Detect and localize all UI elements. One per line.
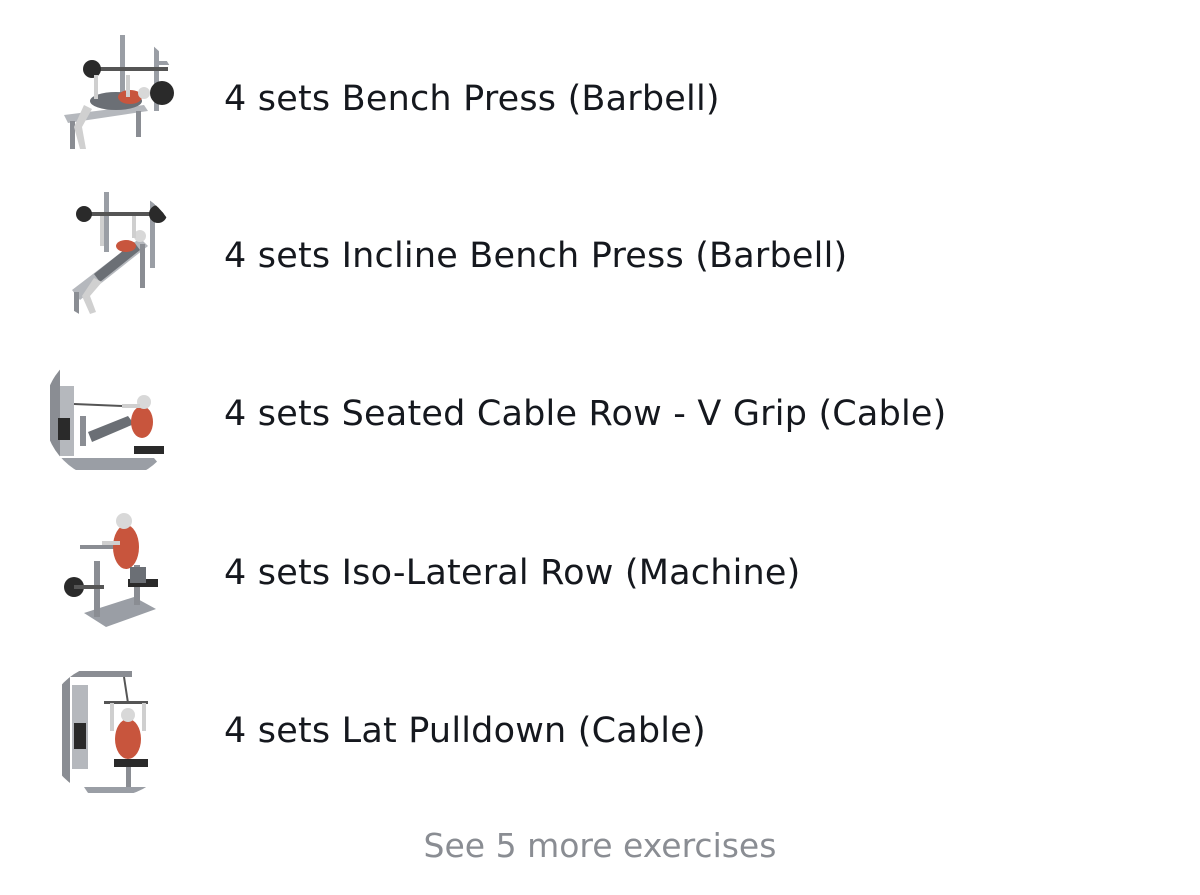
exercise-label: 4 sets Seated Cable Row - V Grip (Cable) — [224, 394, 947, 434]
exercise-label: 4 sets Lat Pulldown (Cable) — [224, 711, 706, 751]
exercise-row-lat-pulldown[interactable]: 4 sets Lat Pulldown (Cable) — [0, 655, 1200, 805]
seated-cable-row-illustration-icon — [44, 346, 178, 480]
exercise-label: 4 sets Iso-Lateral Row (Machine) — [224, 553, 801, 593]
exercise-row-iso-lateral-row[interactable]: 4 sets Iso-Lateral Row (Machine) — [0, 497, 1200, 647]
exercise-row-incline-bench-press[interactable]: 4 sets Incline Bench Press (Barbell) — [0, 180, 1200, 330]
lat-pulldown-illustration-icon — [44, 663, 178, 797]
bench-press-illustration-icon — [44, 31, 178, 165]
see-more-exercises-link[interactable]: See 5 more exercises — [0, 826, 1200, 866]
exercise-row-seated-cable-row[interactable]: 4 sets Seated Cable Row - V Grip (Cable) — [0, 338, 1200, 488]
exercise-label: 4 sets Incline Bench Press (Barbell) — [224, 236, 848, 276]
exercise-label: 4 sets Bench Press (Barbell) — [224, 79, 720, 119]
iso-lateral-row-illustration-icon — [44, 505, 178, 639]
incline-bench-press-illustration-icon — [44, 188, 178, 322]
exercise-row-bench-press[interactable]: 4 sets Bench Press (Barbell) — [0, 23, 1200, 173]
